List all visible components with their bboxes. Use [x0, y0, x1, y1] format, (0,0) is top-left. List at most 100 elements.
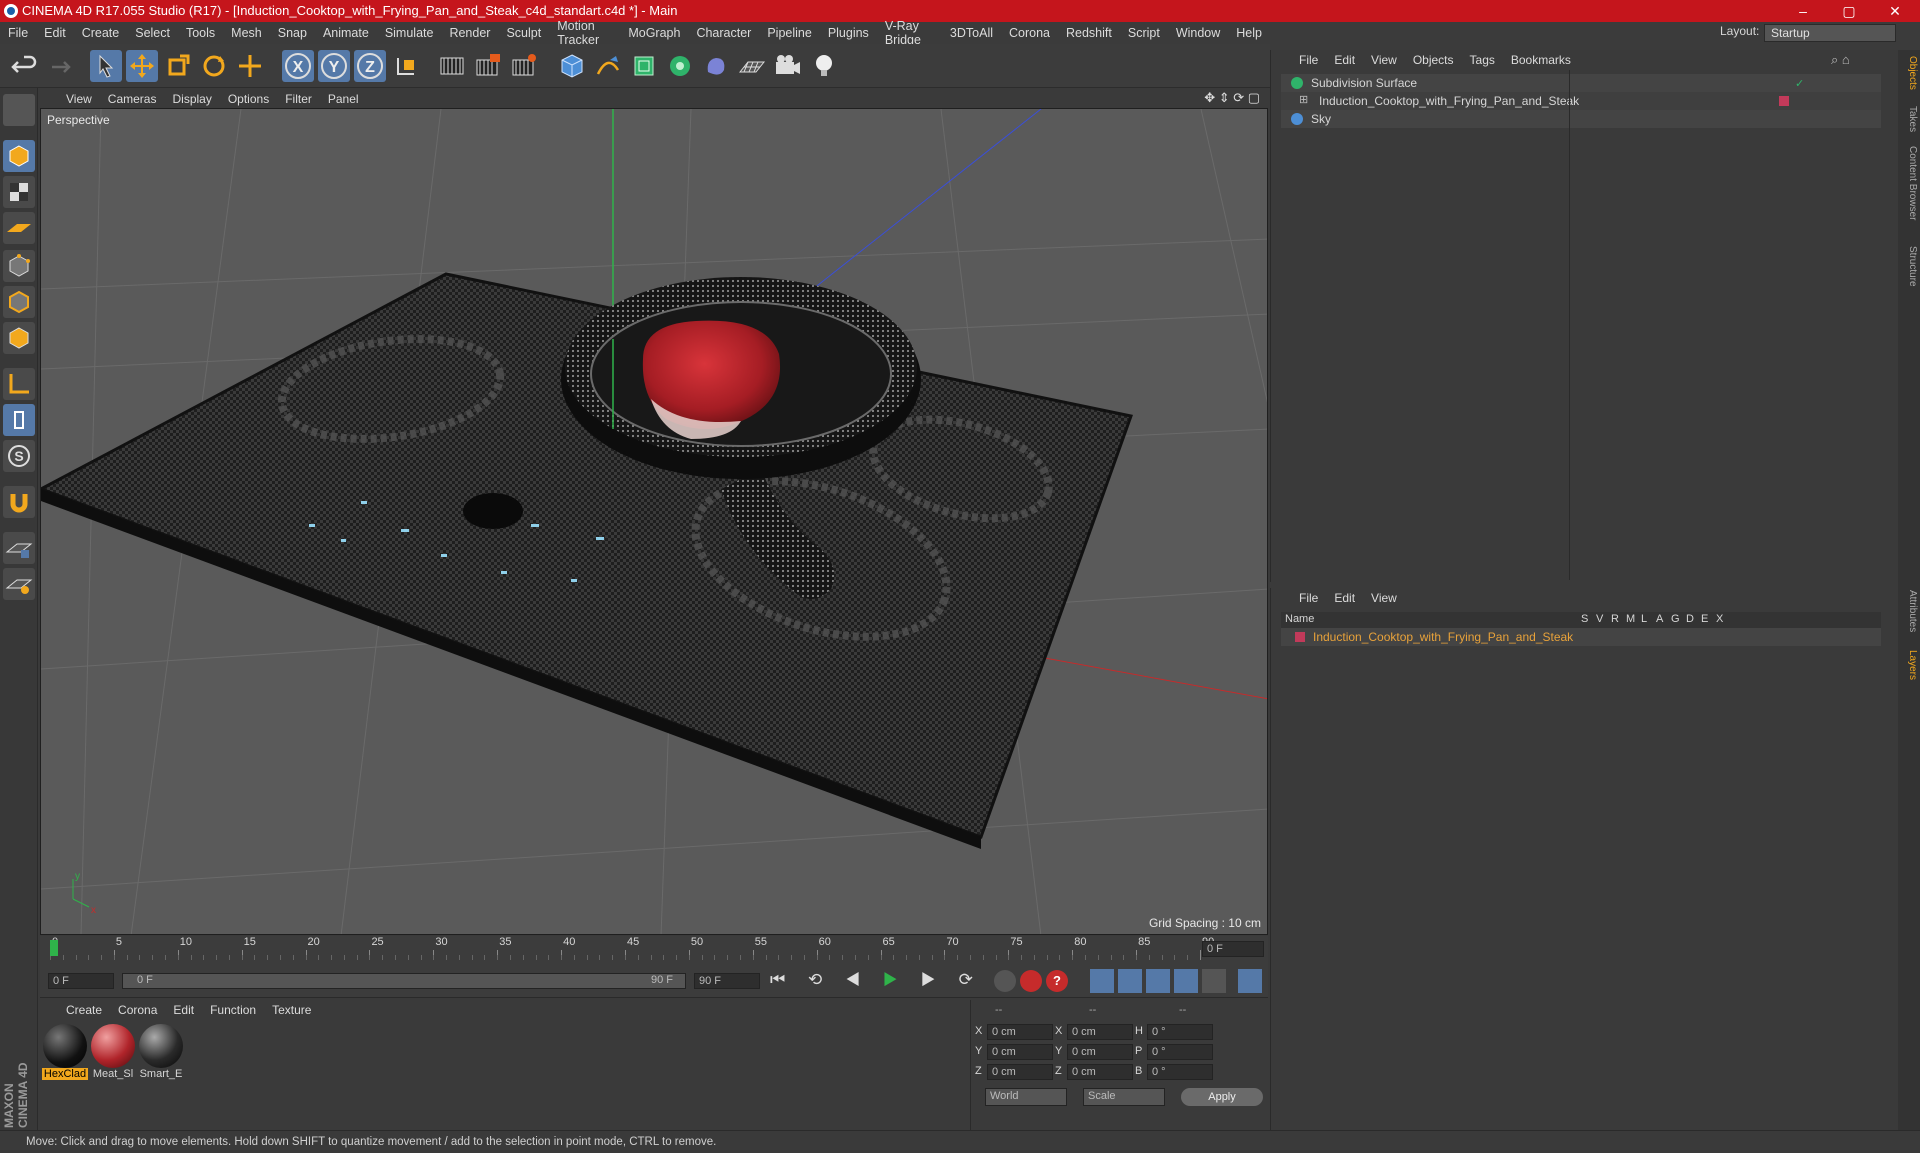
menu-item-17[interactable]: 3DToAll: [942, 26, 1001, 40]
viewport-menu-item-5[interactable]: Panel: [320, 92, 367, 106]
material-menu-item-2[interactable]: Edit: [165, 1003, 202, 1017]
model-mode-button[interactable]: [3, 140, 35, 172]
coord-field[interactable]: 0 cm: [1067, 1044, 1133, 1060]
points-mode-button[interactable]: [3, 250, 35, 282]
x-axis-lock-button[interactable]: X: [282, 50, 314, 82]
tab-layers[interactable]: Layers: [1900, 650, 1918, 680]
coord-field[interactable]: 0 °: [1147, 1044, 1213, 1060]
timeline-window-icon[interactable]: [1238, 969, 1262, 993]
object-menu-item-3[interactable]: Objects: [1405, 53, 1462, 67]
layer-color-icon[interactable]: [1295, 632, 1305, 642]
minimize-button[interactable]: –: [1780, 0, 1826, 22]
coord-field[interactable]: 0 cm: [987, 1044, 1053, 1060]
menu-item-2[interactable]: Create: [74, 26, 128, 40]
menu-item-1[interactable]: Edit: [36, 26, 74, 40]
coord-field[interactable]: 0 °: [1147, 1064, 1213, 1080]
maximize-button[interactable]: ▢: [1826, 0, 1872, 22]
tab-objects[interactable]: Objects: [1900, 56, 1918, 90]
object-row[interactable]: Subdivision Surface ✓: [1281, 74, 1881, 92]
floor-object-button[interactable]: [736, 50, 768, 82]
key-pla-icon[interactable]: [1202, 969, 1226, 993]
end-frame-field[interactable]: 90 F: [694, 973, 760, 989]
menu-item-18[interactable]: Corona: [1001, 26, 1058, 40]
lock-workplane-button[interactable]: [3, 532, 35, 564]
axis-mode-button[interactable]: [3, 368, 35, 400]
current-frame-field[interactable]: 0 F: [1202, 941, 1264, 957]
object-menu-item-0[interactable]: File: [1291, 53, 1326, 67]
menu-item-4[interactable]: Tools: [178, 26, 223, 40]
layer-menu-item-0[interactable]: File: [1291, 591, 1326, 605]
tab-takes[interactable]: Takes: [1900, 106, 1918, 132]
menu-item-10[interactable]: Sculpt: [498, 26, 549, 40]
scale-tool-button[interactable]: [162, 50, 194, 82]
texture-mode-button[interactable]: [3, 176, 35, 208]
key-param-icon[interactable]: [1174, 969, 1198, 993]
viewport-menu-item-1[interactable]: Cameras: [100, 92, 165, 106]
enabled-check-icon[interactable]: ✓: [1795, 77, 1804, 90]
menu-item-8[interactable]: Simulate: [377, 26, 442, 40]
frame-range-slider[interactable]: 0 F 90 F: [122, 973, 686, 989]
y-axis-lock-button[interactable]: Y: [318, 50, 350, 82]
viewport-menu-item-4[interactable]: Filter: [277, 92, 320, 106]
planar-workplane-button[interactable]: [3, 568, 35, 600]
polygons-mode-button[interactable]: [3, 322, 35, 354]
coord-field[interactable]: 0 cm: [987, 1064, 1053, 1080]
cube-object-button[interactable]: [556, 50, 588, 82]
menu-item-20[interactable]: Script: [1120, 26, 1168, 40]
material-menu-item-3[interactable]: Function: [202, 1003, 264, 1017]
close-button[interactable]: ✕: [1872, 0, 1918, 22]
playback-controls[interactable]: ⏮ ⟲ ◀ ▶ ▶ ⟳ ⏭: [770, 970, 1020, 990]
object-row[interactable]: Sky: [1281, 110, 1881, 128]
deformer-button[interactable]: [700, 50, 732, 82]
coord-field[interactable]: 0 °: [1147, 1024, 1213, 1040]
render-to-picture-viewer-button[interactable]: [472, 50, 504, 82]
viewport-nav-icons[interactable]: ✥ ⇕ ⟳ ▢: [1204, 90, 1260, 106]
menu-item-6[interactable]: Snap: [270, 26, 315, 40]
menu-item-13[interactable]: Character: [688, 26, 759, 40]
start-frame-field[interactable]: 0 F: [48, 973, 114, 989]
material-hexclad[interactable]: HexClad: [42, 1024, 88, 1084]
snap-button[interactable]: S: [3, 440, 35, 472]
key-rotation-icon[interactable]: [1146, 969, 1170, 993]
coord-space-select[interactable]: World: [985, 1088, 1067, 1106]
menu-item-22[interactable]: Help: [1228, 26, 1270, 40]
autokey-icon[interactable]: [1020, 970, 1042, 992]
object-row[interactable]: ⊞ Induction_Cooktop_with_Frying_Pan_and_…: [1281, 92, 1881, 110]
key-scale-icon[interactable]: [1118, 969, 1142, 993]
select-tool-button[interactable]: [90, 50, 122, 82]
subdivision-surface-button[interactable]: [628, 50, 660, 82]
redo-button[interactable]: [42, 50, 74, 82]
menu-item-15[interactable]: Plugins: [820, 26, 877, 40]
light-object-button[interactable]: [808, 50, 840, 82]
object-manager-search-icon[interactable]: ⌕ ⌂: [1831, 52, 1850, 68]
viewport-menu-item-0[interactable]: View: [58, 92, 100, 106]
object-menu-item-5[interactable]: Bookmarks: [1503, 53, 1579, 67]
apply-button[interactable]: Apply: [1181, 1088, 1263, 1106]
render-settings-button[interactable]: [508, 50, 540, 82]
key-position-icon[interactable]: [1090, 969, 1114, 993]
coordinate-system-button[interactable]: [390, 50, 422, 82]
menu-item-9[interactable]: Render: [441, 26, 498, 40]
expand-icon[interactable]: ⊞: [1299, 93, 1308, 106]
camera-object-button[interactable]: [772, 50, 804, 82]
material-smart[interactable]: Smart_E: [138, 1024, 184, 1084]
menu-item-0[interactable]: File: [0, 26, 36, 40]
live-selection-button[interactable]: [234, 50, 266, 82]
menu-item-5[interactable]: Mesh: [223, 26, 270, 40]
menu-item-12[interactable]: MoGraph: [620, 26, 688, 40]
make-editable-button[interactable]: [3, 94, 35, 126]
material-meat[interactable]: Meat_Sl: [90, 1024, 136, 1084]
mograph-cloner-button[interactable]: [664, 50, 696, 82]
layer-menu-item-2[interactable]: View: [1363, 591, 1405, 605]
spline-pen-button[interactable]: [592, 50, 624, 82]
perspective-viewport[interactable]: y x Perspective Grid Spacing : 10 cm: [40, 108, 1268, 935]
viewport-menu-item-2[interactable]: Display: [164, 92, 219, 106]
menu-item-21[interactable]: Window: [1168, 26, 1228, 40]
tweak-mode-button[interactable]: [3, 404, 35, 436]
tab-structure[interactable]: Structure: [1900, 246, 1918, 287]
material-menu-item-1[interactable]: Corona: [110, 1003, 165, 1017]
object-menu-item-2[interactable]: View: [1363, 53, 1405, 67]
coord-mode-select[interactable]: Scale: [1083, 1088, 1165, 1106]
edges-mode-button[interactable]: [3, 286, 35, 318]
menu-item-7[interactable]: Animate: [315, 26, 377, 40]
